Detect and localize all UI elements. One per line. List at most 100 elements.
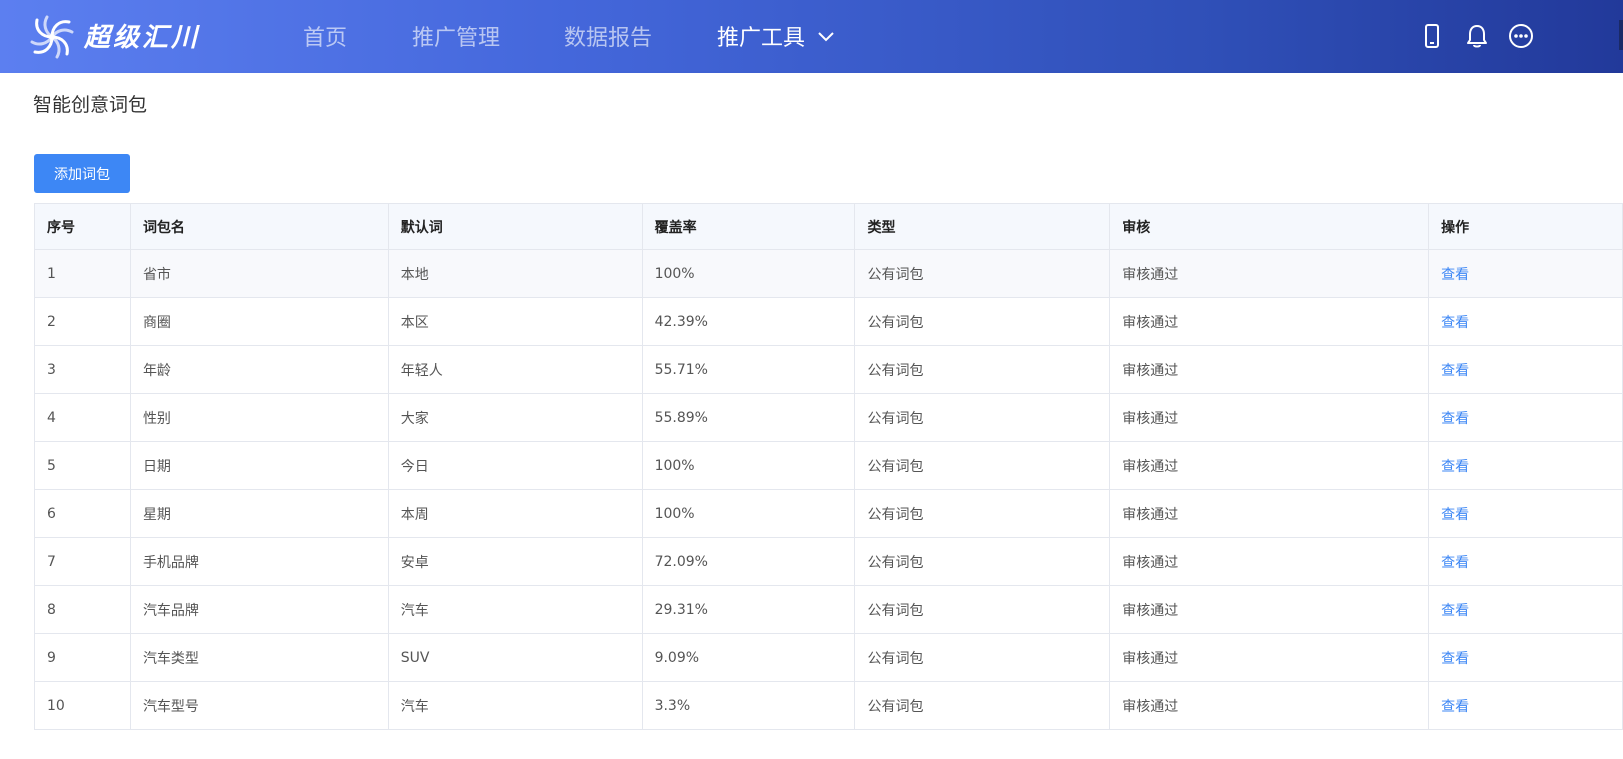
cell-default-word: 今日 xyxy=(387,441,643,490)
table-row: 3 年龄 年轻人 55.71% 公有词包 审核通过 查看 xyxy=(34,345,1623,394)
cell-package-name: 性别 xyxy=(129,393,389,442)
view-link[interactable]: 查看 xyxy=(1428,297,1623,346)
cell-review: 审核通过 xyxy=(1109,633,1430,682)
nav-home[interactable]: 首页 xyxy=(303,20,347,52)
header-action: 操作 xyxy=(1428,203,1623,250)
cell-review: 审核通过 xyxy=(1109,249,1430,298)
cell-review: 审核通过 xyxy=(1109,345,1430,394)
cell-type: 公有词包 xyxy=(854,585,1111,634)
cell-type: 公有词包 xyxy=(854,441,1111,490)
view-link[interactable]: 查看 xyxy=(1428,441,1623,490)
cell-coverage: 100% xyxy=(641,249,856,298)
cell-package-name: 省市 xyxy=(129,249,389,298)
cell-package-name: 商圈 xyxy=(129,297,389,346)
table-row: 8 汽车品牌 汽车 29.31% 公有词包 审核通过 查看 xyxy=(34,585,1623,634)
add-word-package-button[interactable]: 添加词包 xyxy=(34,154,130,193)
logo-swirl-icon xyxy=(30,15,74,59)
header-review: 审核 xyxy=(1109,203,1430,250)
table-row: 10 汽车型号 汽车 3.3% 公有词包 审核通过 查看 xyxy=(34,681,1623,730)
cell-index: 2 xyxy=(34,297,131,346)
view-link[interactable]: 查看 xyxy=(1428,633,1623,682)
view-link[interactable]: 查看 xyxy=(1428,681,1623,730)
cell-index: 7 xyxy=(34,537,131,586)
cell-default-word: 汽车 xyxy=(387,681,643,730)
cell-package-name: 汽车品牌 xyxy=(129,585,389,634)
nav-promotion-management[interactable]: 推广管理 xyxy=(412,20,500,52)
table-header-row: 序号 词包名 默认词 覆盖率 类型 审核 操作 xyxy=(34,203,1623,250)
table-row: 2 商圈 本区 42.39% 公有词包 审核通过 查看 xyxy=(34,297,1623,346)
cell-review: 审核通过 xyxy=(1109,537,1430,586)
more-icon[interactable] xyxy=(1507,22,1535,50)
header-coverage: 覆盖率 xyxy=(641,203,856,250)
view-link[interactable]: 查看 xyxy=(1428,585,1623,634)
cell-review: 审核通过 xyxy=(1109,489,1430,538)
page-title: 智能创意词包 xyxy=(33,94,148,116)
cell-index: 5 xyxy=(34,441,131,490)
table-row: 7 手机品牌 安卓 72.09% 公有词包 审核通过 查看 xyxy=(34,537,1623,586)
cell-index: 4 xyxy=(34,393,131,442)
cell-type: 公有词包 xyxy=(854,393,1111,442)
view-link[interactable]: 查看 xyxy=(1428,249,1623,298)
cell-default-word: 本区 xyxy=(387,297,643,346)
cell-coverage: 72.09% xyxy=(641,537,856,586)
cell-package-name: 汽车型号 xyxy=(129,681,389,730)
main-content: 添加词包 序号 词包名 默认词 覆盖率 类型 审核 操作 1 省市 本地 100… xyxy=(0,130,1623,759)
cell-default-word: SUV xyxy=(387,633,643,682)
cell-type: 公有词包 xyxy=(854,297,1111,346)
cell-type: 公有词包 xyxy=(854,249,1111,298)
cell-index: 9 xyxy=(34,633,131,682)
header-package-name: 词包名 xyxy=(129,203,389,250)
table-row: 1 省市 本地 100% 公有词包 审核通过 查看 xyxy=(34,249,1623,298)
chevron-down-icon xyxy=(818,32,834,42)
nav-right-edge xyxy=(1619,20,1623,50)
view-link[interactable]: 查看 xyxy=(1428,393,1623,442)
cell-review: 审核通过 xyxy=(1109,297,1430,346)
page-header: 智能创意词包 xyxy=(0,73,1623,130)
table-row: 5 日期 今日 100% 公有词包 审核通过 查看 xyxy=(34,441,1623,490)
table-row: 9 汽车类型 SUV 9.09% 公有词包 审核通过 查看 xyxy=(34,633,1623,682)
cell-coverage: 29.31% xyxy=(641,585,856,634)
cell-coverage: 55.71% xyxy=(641,345,856,394)
brand-name: 超级汇川 xyxy=(84,23,201,53)
cell-review: 审核通过 xyxy=(1109,681,1430,730)
cell-package-name: 汽车类型 xyxy=(129,633,389,682)
cell-review: 审核通过 xyxy=(1109,441,1430,490)
cell-type: 公有词包 xyxy=(854,633,1111,682)
header-type: 类型 xyxy=(854,203,1111,250)
cell-index: 10 xyxy=(34,681,131,730)
header-default-word: 默认词 xyxy=(387,203,643,250)
view-link[interactable]: 查看 xyxy=(1428,537,1623,586)
cell-default-word: 汽车 xyxy=(387,585,643,634)
cell-package-name: 年龄 xyxy=(129,345,389,394)
cell-index: 3 xyxy=(34,345,131,394)
word-package-table: 序号 词包名 默认词 覆盖率 类型 审核 操作 1 省市 本地 100% 公有词… xyxy=(34,203,1623,730)
cell-type: 公有词包 xyxy=(854,489,1111,538)
nav-promotion-tools[interactable]: 推广工具 xyxy=(717,20,834,52)
cell-coverage: 55.89% xyxy=(641,393,856,442)
cell-type: 公有词包 xyxy=(854,681,1111,730)
cell-coverage: 9.09% xyxy=(641,633,856,682)
view-link[interactable]: 查看 xyxy=(1428,345,1623,394)
cell-coverage: 42.39% xyxy=(641,297,856,346)
cell-coverage: 100% xyxy=(641,489,856,538)
cell-default-word: 本周 xyxy=(387,489,643,538)
cell-type: 公有词包 xyxy=(854,537,1111,586)
cell-index: 6 xyxy=(34,489,131,538)
bell-icon[interactable] xyxy=(1463,22,1491,50)
cell-type: 公有词包 xyxy=(854,345,1111,394)
top-nav-bar: 超级汇川 首页 推广管理 数据报告 推广工具 xyxy=(0,0,1623,73)
cell-review: 审核通过 xyxy=(1109,585,1430,634)
cell-package-name: 星期 xyxy=(129,489,389,538)
cell-default-word: 本地 xyxy=(387,249,643,298)
view-link[interactable]: 查看 xyxy=(1428,489,1623,538)
cell-index: 8 xyxy=(34,585,131,634)
cell-default-word: 安卓 xyxy=(387,537,643,586)
cell-review: 审核通过 xyxy=(1109,393,1430,442)
table-row: 4 性别 大家 55.89% 公有词包 审核通过 查看 xyxy=(34,393,1623,442)
nav-data-report[interactable]: 数据报告 xyxy=(564,20,652,52)
cell-coverage: 100% xyxy=(641,441,856,490)
nav-promotion-tools-label: 推广工具 xyxy=(717,26,806,51)
table-row: 6 星期 本周 100% 公有词包 审核通过 查看 xyxy=(34,489,1623,538)
cell-default-word: 年轻人 xyxy=(387,345,643,394)
mobile-icon[interactable] xyxy=(1418,22,1446,50)
